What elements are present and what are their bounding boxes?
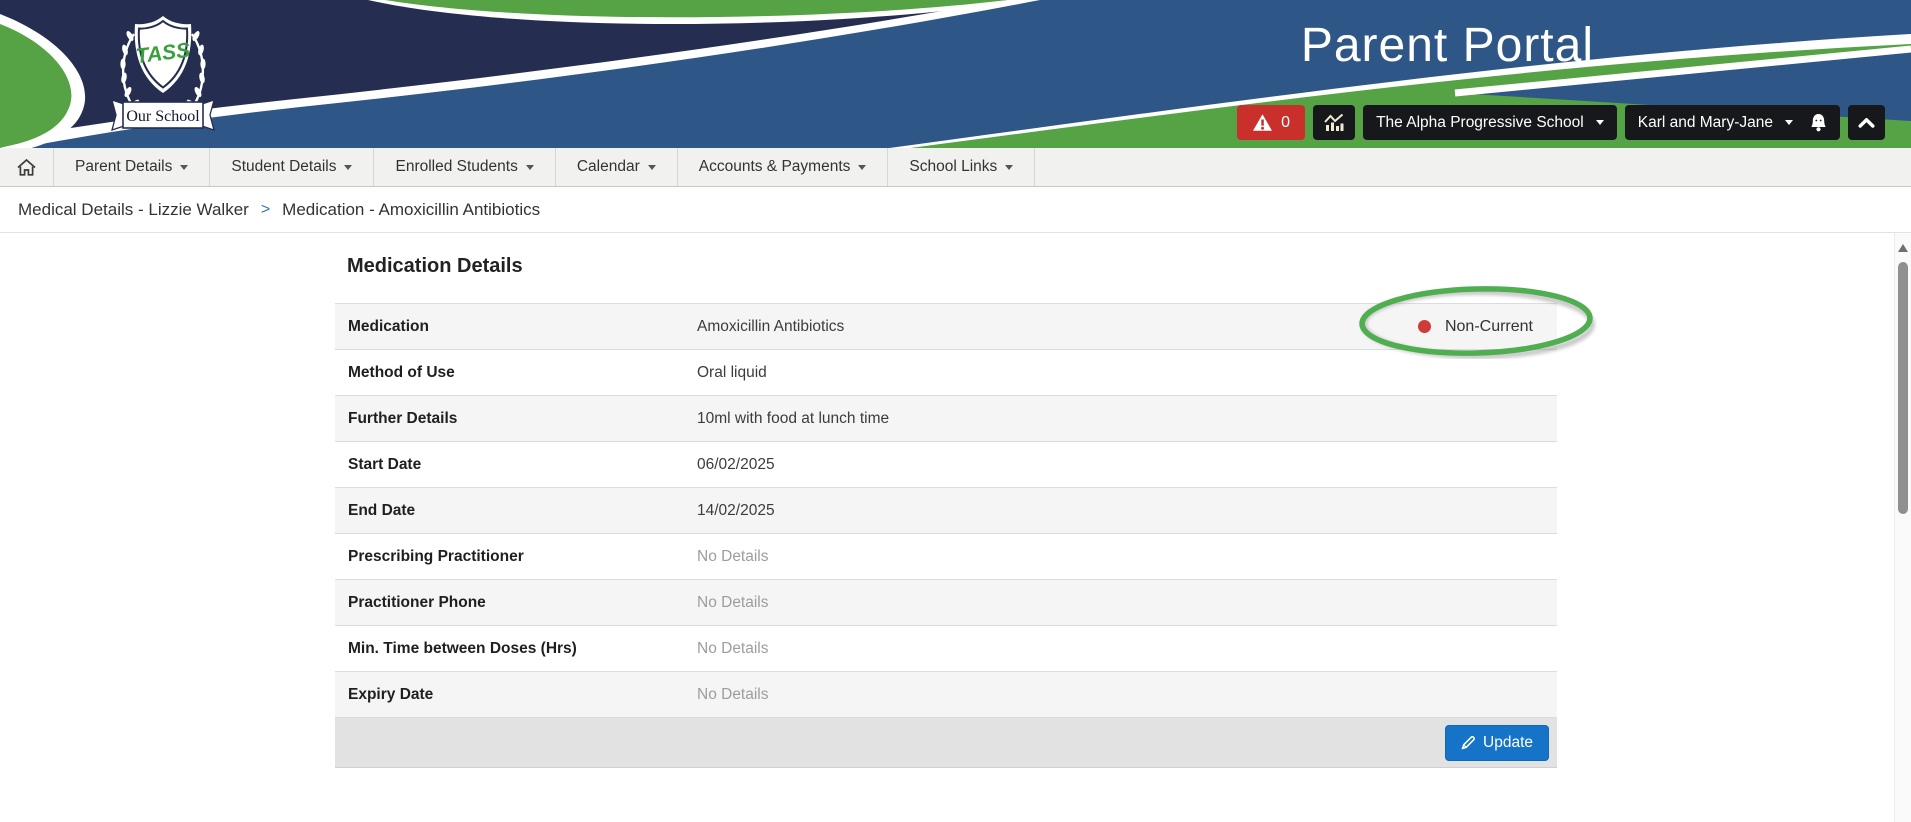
content-area: Medication Details Medication Amoxicilli… bbox=[0, 233, 1911, 822]
table-row: Medication Amoxicillin Antibiotics Non-C… bbox=[335, 304, 1557, 350]
table-row: Method of Use Oral liquid bbox=[335, 350, 1557, 396]
row-label: Start Date bbox=[335, 456, 697, 474]
scrollbar[interactable] bbox=[1894, 233, 1911, 822]
details-table: Medication Amoxicillin Antibiotics Non-C… bbox=[335, 303, 1557, 768]
row-value: No Details bbox=[697, 686, 1557, 704]
chart-icon bbox=[1323, 113, 1345, 132]
row-value: No Details bbox=[697, 548, 1557, 566]
panel-title: Medication Details bbox=[335, 255, 1557, 303]
row-label: Min. Time between Doses (Hrs) bbox=[335, 640, 697, 658]
nav-item-label: Accounts & Payments bbox=[699, 158, 851, 176]
nav-item-label: Student Details bbox=[231, 158, 336, 176]
row-value: No Details bbox=[697, 640, 1557, 658]
user-dropdown-label: Karl and Mary-Jane bbox=[1638, 114, 1773, 132]
status-dot-icon bbox=[1418, 320, 1431, 333]
row-value: 14/02/2025 bbox=[697, 502, 1557, 520]
warning-icon bbox=[1252, 113, 1273, 132]
chevron-down-icon bbox=[1005, 165, 1013, 170]
row-value: 10ml with food at lunch time bbox=[697, 410, 1557, 428]
table-row: Practitioner Phone No Details bbox=[335, 580, 1557, 626]
row-value: 06/02/2025 bbox=[697, 456, 1557, 474]
breadcrumb-current: Medication - Amoxicillin Antibiotics bbox=[282, 200, 540, 220]
nav-item-label: Enrolled Students bbox=[395, 158, 517, 176]
row-label: End Date bbox=[335, 502, 697, 520]
table-row: Min. Time between Doses (Hrs) No Details bbox=[335, 626, 1557, 672]
school-dropdown[interactable]: The Alpha Progressive School bbox=[1363, 105, 1617, 140]
table-row: Expiry Date No Details bbox=[335, 672, 1557, 718]
breadcrumb-parent[interactable]: Medical Details - Lizzie Walker bbox=[18, 200, 249, 220]
nav-item-student-details[interactable]: Student Details bbox=[210, 148, 374, 186]
alert-count: 0 bbox=[1281, 114, 1290, 132]
row-value: No Details bbox=[697, 594, 1557, 612]
user-dropdown[interactable]: Karl and Mary-Jane bbox=[1625, 105, 1840, 140]
nav-item-label: Parent Details bbox=[75, 158, 172, 176]
row-label: Expiry Date bbox=[335, 686, 697, 704]
update-button[interactable]: Update bbox=[1445, 725, 1549, 761]
table-row: Start Date 06/02/2025 bbox=[335, 442, 1557, 488]
nav-item-school-links[interactable]: School Links bbox=[888, 148, 1035, 186]
nav-item-parent-details[interactable]: Parent Details bbox=[54, 148, 210, 186]
bell-icon bbox=[1810, 113, 1827, 132]
chevron-down-icon bbox=[648, 165, 656, 170]
chevron-down-icon bbox=[180, 165, 188, 170]
breadcrumb: Medical Details - Lizzie Walker > Medica… bbox=[0, 187, 1911, 233]
header-toolbar: 0 The Alpha Progressive School Karl and … bbox=[1237, 105, 1885, 140]
analytics-button[interactable] bbox=[1313, 105, 1355, 140]
row-label: Medication bbox=[335, 318, 697, 336]
table-row: Prescribing Practitioner No Details bbox=[335, 534, 1557, 580]
nav-item-calendar[interactable]: Calendar bbox=[556, 148, 678, 186]
status-badge: Non-Current bbox=[1418, 318, 1557, 336]
medication-details-panel: Medication Details Medication Amoxicilli… bbox=[335, 255, 1557, 768]
school-logo: TASS Our School bbox=[110, 4, 216, 138]
page-title: Parent Portal bbox=[1301, 18, 1594, 73]
pencil-icon bbox=[1461, 735, 1476, 750]
home-icon bbox=[16, 158, 37, 177]
breadcrumb-separator: > bbox=[261, 201, 270, 219]
collapse-header-button[interactable] bbox=[1848, 105, 1885, 140]
alerts-button[interactable]: 0 bbox=[1237, 105, 1305, 140]
crest-ribbon-text: Our School bbox=[126, 108, 200, 125]
nav-home-button[interactable] bbox=[0, 148, 54, 186]
chevron-down-icon bbox=[1785, 120, 1793, 125]
nav-item-accounts-payments[interactable]: Accounts & Payments bbox=[678, 148, 889, 186]
chevron-down-icon bbox=[1596, 120, 1604, 125]
nav-item-enrolled-students[interactable]: Enrolled Students bbox=[374, 148, 555, 186]
chevron-down-icon bbox=[858, 165, 866, 170]
school-dropdown-label: The Alpha Progressive School bbox=[1376, 114, 1584, 132]
scroll-up-arrow[interactable] bbox=[1898, 244, 1908, 252]
table-footer: Update bbox=[335, 718, 1557, 768]
update-button-label: Update bbox=[1483, 734, 1533, 752]
table-row: Further Details 10ml with food at lunch … bbox=[335, 396, 1557, 442]
row-label: Prescribing Practitioner bbox=[335, 548, 697, 566]
header-banner: TASS Our School Parent Portal 0 bbox=[0, 0, 1911, 148]
row-label: Method of Use bbox=[335, 364, 697, 382]
scrollbar-thumb[interactable] bbox=[1898, 262, 1908, 514]
row-label: Practitioner Phone bbox=[335, 594, 697, 612]
nav-item-label: School Links bbox=[909, 158, 997, 176]
table-row: End Date 14/02/2025 bbox=[335, 488, 1557, 534]
chevron-up-icon bbox=[1858, 118, 1875, 128]
row-value: Oral liquid bbox=[697, 364, 1557, 382]
main-nav: Parent Details Student Details Enrolled … bbox=[0, 148, 1911, 187]
chevron-down-icon bbox=[526, 165, 534, 170]
row-label: Further Details bbox=[335, 410, 697, 428]
chevron-down-icon bbox=[344, 165, 352, 170]
status-label: Non-Current bbox=[1445, 318, 1533, 336]
row-value: Amoxicillin Antibiotics bbox=[697, 318, 1418, 336]
nav-item-label: Calendar bbox=[577, 158, 640, 176]
